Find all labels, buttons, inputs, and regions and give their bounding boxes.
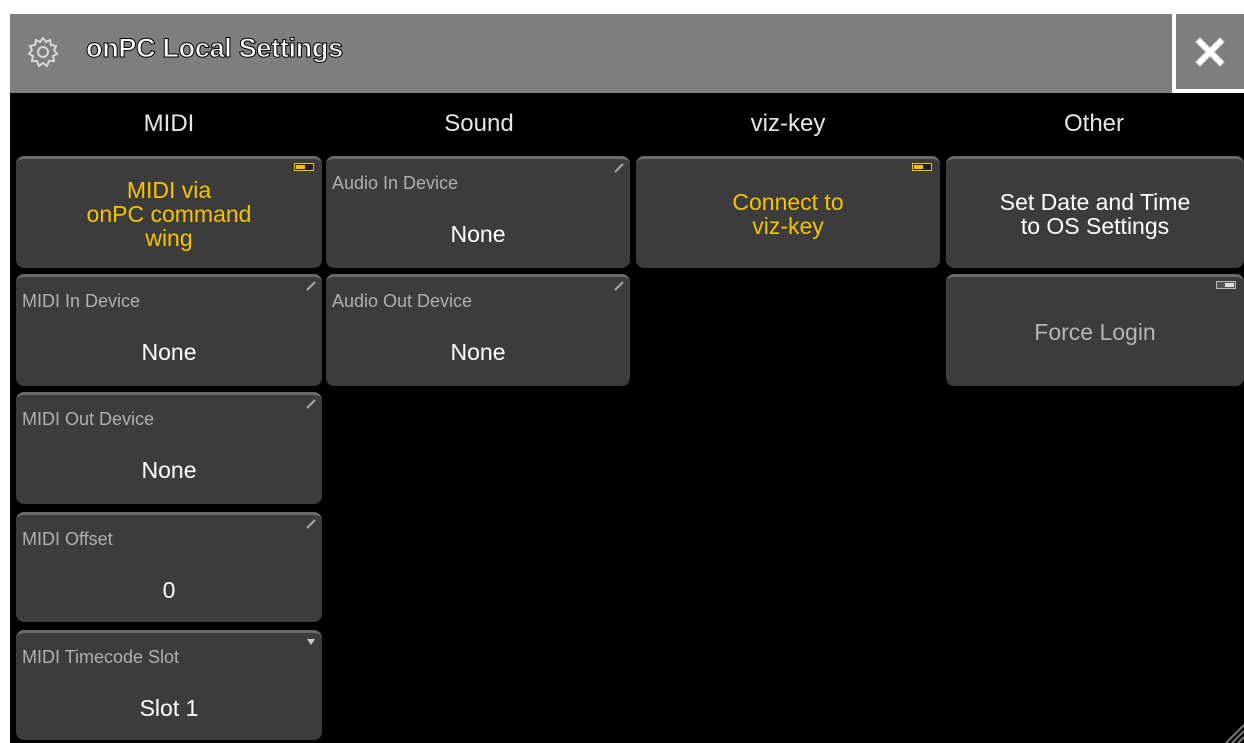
- midi-timecode-slot-label: MIDI Timecode Slot: [22, 647, 180, 667]
- close-icon: [1195, 36, 1225, 67]
- midi-timecode-slot-value: Slot 1: [139, 695, 199, 721]
- edit-corner-icon: [614, 163, 624, 173]
- midi-out-device-value: None: [141, 457, 197, 483]
- force-login-label: Force Login: [1034, 318, 1156, 345]
- audio-out-device-button[interactable]: Audio Out Device None: [326, 274, 630, 386]
- midi-command-wing-label: MIDI via onPC command wing: [86, 176, 252, 251]
- audio-in-device-label: Audio In Device: [332, 173, 459, 193]
- settings-window: onPC Local Settings MIDI Sound viz-key O…: [10, 14, 1244, 743]
- midi-timecode-slot-dropdown[interactable]: MIDI Timecode Slot Slot 1: [16, 630, 322, 740]
- midi-out-device-label: MIDI Out Device: [22, 409, 155, 429]
- midi-offset-label: MIDI Offset: [22, 529, 113, 549]
- column-header-midi: MIDI: [143, 110, 195, 137]
- midi-offset-button[interactable]: MIDI Offset 0: [16, 512, 322, 622]
- close-button[interactable]: [1172, 14, 1244, 93]
- edit-corner-icon: [306, 281, 316, 291]
- edit-corner-icon: [306, 519, 316, 529]
- connect-vizkey-label: Connect to viz-key: [732, 188, 844, 239]
- set-date-time-button[interactable]: Set Date and Time to OS Settings: [946, 156, 1244, 268]
- audio-in-device-button[interactable]: Audio In Device None: [326, 156, 630, 268]
- window-title: onPC Local Settings: [86, 33, 344, 64]
- title-bar: onPC Local Settings: [10, 14, 1172, 93]
- audio-out-device-value: None: [450, 339, 506, 365]
- gear-icon: [27, 36, 59, 68]
- audio-out-device-label: Audio Out Device: [332, 291, 473, 311]
- midi-in-device-label: MIDI In Device: [22, 291, 141, 311]
- edit-corner-icon: [306, 399, 316, 409]
- midi-in-device-value: None: [141, 339, 197, 365]
- midi-command-wing-toggle[interactable]: MIDI via onPC command wing: [16, 156, 322, 268]
- midi-offset-value: 0: [162, 577, 176, 603]
- column-header-other: Other: [1063, 110, 1125, 137]
- midi-out-device-button[interactable]: MIDI Out Device None: [16, 392, 322, 504]
- midi-in-device-button[interactable]: MIDI In Device None: [16, 274, 322, 386]
- audio-in-device-value: None: [450, 221, 506, 247]
- column-header-vizkey: viz-key: [750, 110, 826, 137]
- force-login-toggle[interactable]: Force Login: [946, 274, 1244, 386]
- resize-handle-icon[interactable]: [1216, 715, 1244, 743]
- set-date-time-label: Set Date and Time to OS Settings: [999, 188, 1191, 239]
- edit-corner-icon: [614, 281, 624, 291]
- dropdown-arrow-icon: [307, 639, 315, 645]
- column-header-sound: Sound: [444, 110, 514, 137]
- connect-vizkey-toggle[interactable]: Connect to viz-key: [636, 156, 940, 268]
